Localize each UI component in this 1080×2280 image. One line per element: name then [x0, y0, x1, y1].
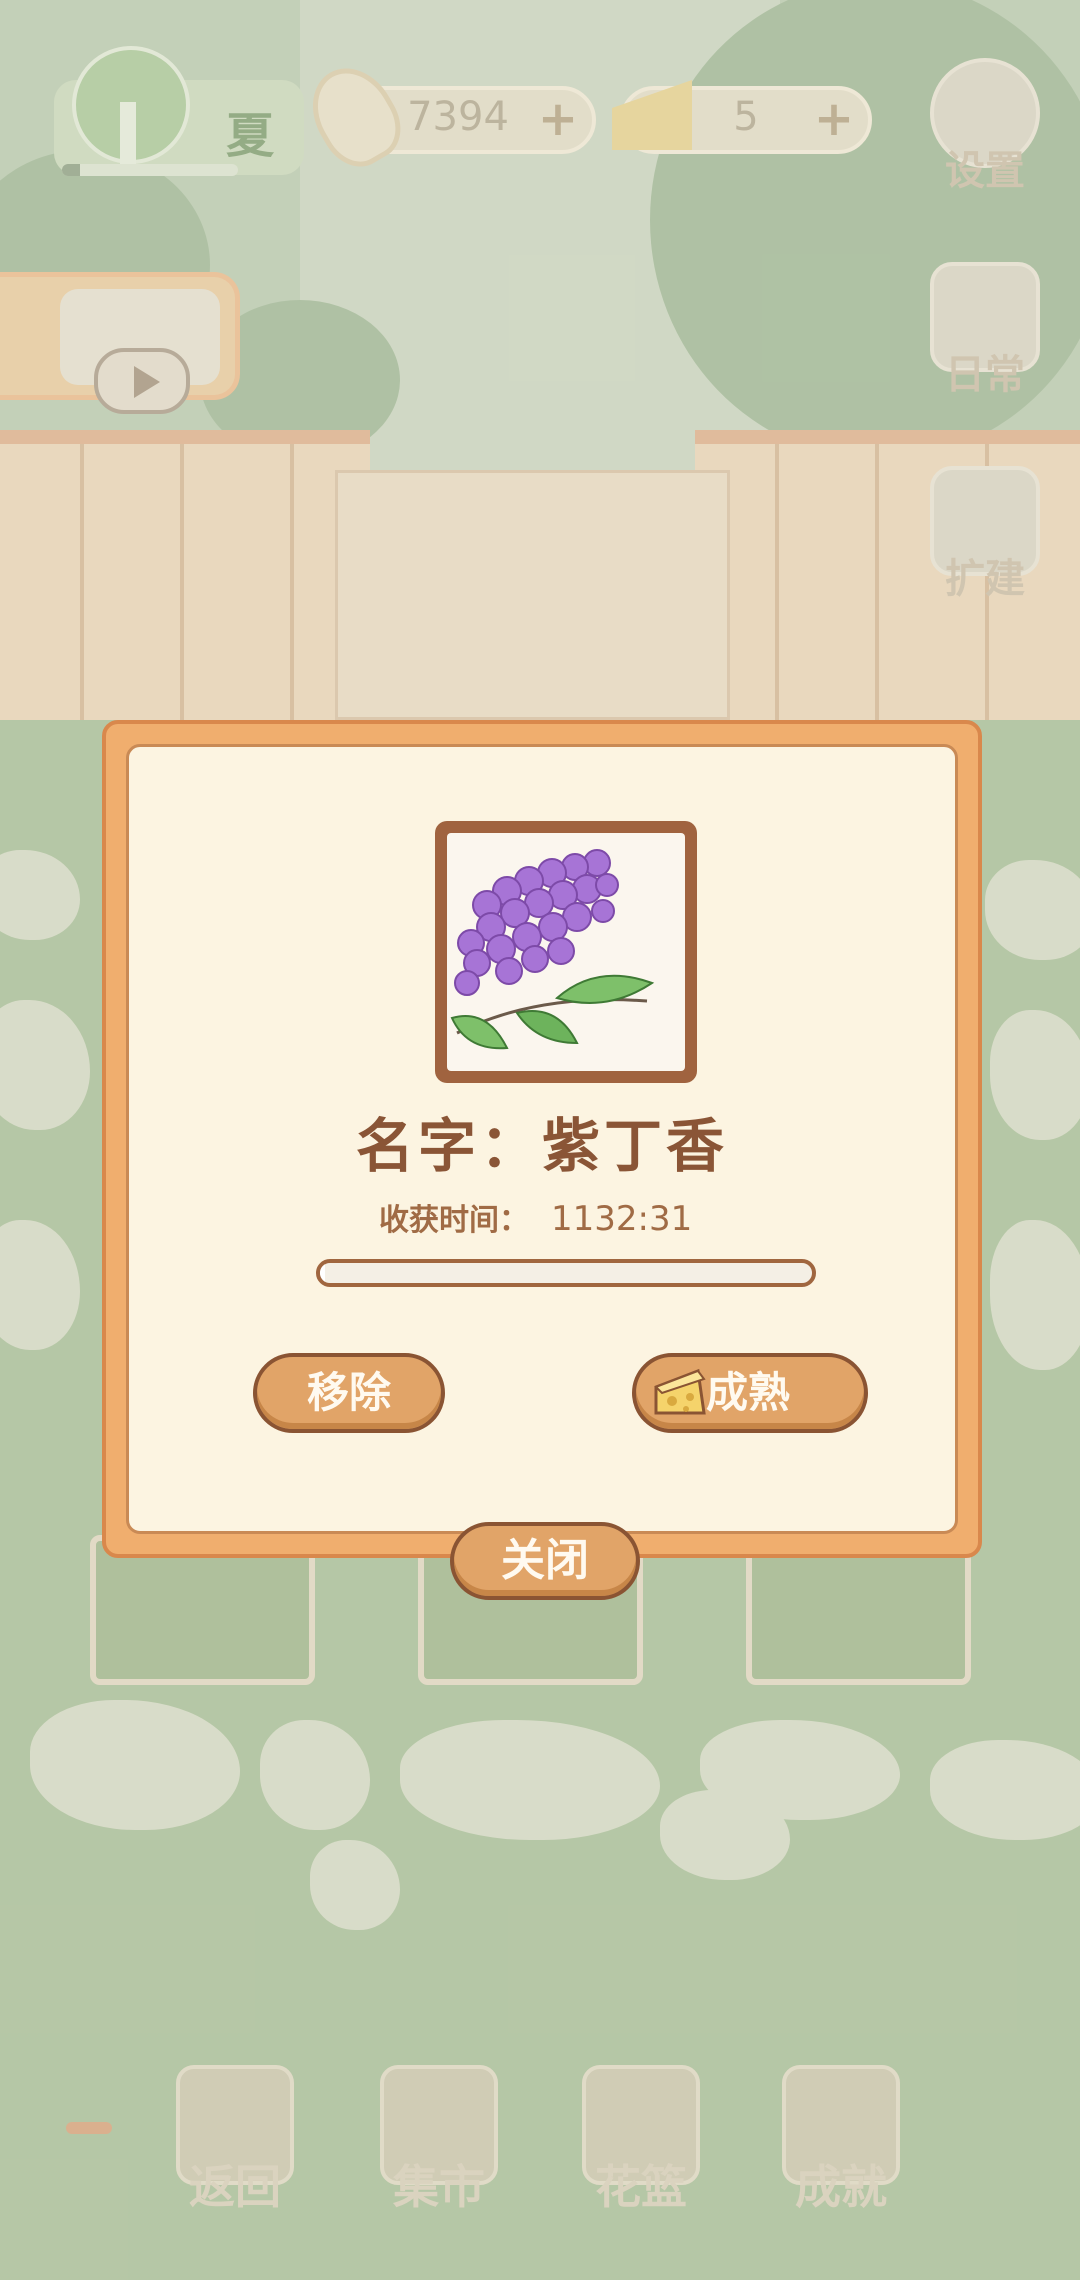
plant-image-frame [435, 821, 697, 1083]
harvest-time-label: 收获时间： [379, 1203, 529, 1238]
remove-button[interactable]: 移除 [253, 1353, 445, 1433]
lilac-flower-image [447, 833, 685, 1071]
growth-progress-fill [320, 1263, 325, 1283]
close-button[interactable]: 关闭 [450, 1522, 640, 1600]
mature-label: 成熟 [706, 1368, 791, 1417]
mature-button[interactable]: 成熟 [632, 1353, 868, 1433]
growth-progress-bar [316, 1259, 816, 1287]
plant-name: 名字：紫丁香 [355, 1112, 728, 1180]
plant-info-dialog: 名字：紫丁香 收获时间： 1132:31 移除 成熟 关闭 [102, 720, 982, 1600]
harvest-time: 收获时间： 1132:31 [379, 1195, 692, 1239]
dialog-panel: 名字：紫丁香 收获时间： 1132:31 移除 成熟 [126, 744, 958, 1534]
cheese-icon [654, 1368, 706, 1415]
harvest-time-value: 1132:31 [551, 1199, 693, 1239]
